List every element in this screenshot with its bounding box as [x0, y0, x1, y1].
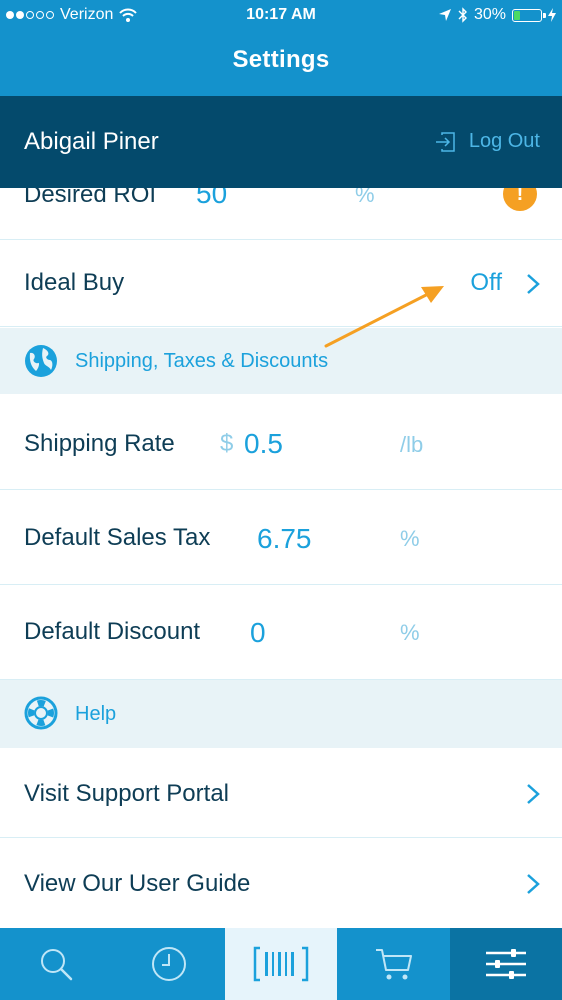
- barcode-scan-icon: [253, 946, 309, 982]
- row-label: Default Sales Tax: [24, 524, 211, 551]
- status-bar: Verizon 10:17 AM 30%: [0, 0, 562, 32]
- user-name: Abigail Piner: [24, 128, 159, 155]
- chevron-right-icon: [527, 274, 540, 294]
- row-unit: %: [400, 620, 420, 645]
- sales-tax-input[interactable]: 6.75: [257, 523, 312, 555]
- log-out-icon: [435, 131, 455, 152]
- ideal-buy-row[interactable]: Ideal Buy Off: [0, 240, 562, 327]
- battery-icon: [512, 8, 546, 22]
- lifebuoy-icon: [24, 696, 58, 730]
- row-unit: /lb: [400, 432, 424, 457]
- currency-prefix: $: [220, 430, 234, 457]
- settings-sliders-icon: [486, 949, 526, 979]
- desired-roi-row[interactable]: Desired ROI 50 % !: [0, 188, 562, 240]
- row-unit: %: [400, 526, 420, 551]
- default-discount-row[interactable]: Default Discount 0 %: [0, 585, 562, 680]
- view-user-guide-row[interactable]: View Our User Guide: [0, 838, 562, 928]
- roi-warning-badge[interactable]: !: [503, 188, 537, 211]
- charging-bolt-icon: [548, 8, 556, 22]
- tab-settings[interactable]: [450, 928, 562, 1000]
- search-icon: [41, 949, 73, 981]
- navigation-bar: Settings: [0, 32, 562, 96]
- user-account-bar: Abigail Piner Log Out: [0, 96, 562, 188]
- row-label: View Our User Guide: [24, 870, 251, 897]
- settings-list[interactable]: Desired ROI 50 % ! Ideal Buy Off Shippin…: [0, 188, 562, 928]
- tab-bar: [0, 928, 562, 1000]
- section-title: Help: [75, 703, 117, 725]
- shipping-rate-input[interactable]: 0.5: [244, 428, 283, 460]
- tab-history[interactable]: [112, 928, 225, 1000]
- log-out-button[interactable]: Log Out: [435, 130, 540, 153]
- ideal-buy-label: Ideal Buy: [24, 269, 125, 296]
- row-unit: %: [355, 188, 375, 207]
- page-title: Settings: [232, 46, 330, 73]
- shipping-section-header: Shipping, Taxes & Discounts: [0, 328, 562, 394]
- row-label: Default Discount: [24, 618, 201, 645]
- history-clock-icon: [151, 947, 186, 981]
- section-title: Shipping, Taxes & Discounts: [75, 350, 329, 372]
- row-label: Shipping Rate: [24, 430, 175, 457]
- tab-cart[interactable]: [337, 928, 450, 1000]
- row-label: Desired ROI: [24, 188, 157, 208]
- default-sales-tax-row[interactable]: Default Sales Tax 6.75 %: [0, 490, 562, 585]
- cart-icon: [375, 949, 412, 980]
- globe-icon: [25, 345, 57, 377]
- row-label: Visit Support Portal: [24, 780, 229, 807]
- log-out-label: Log Out: [468, 130, 540, 152]
- discount-input[interactable]: 0: [250, 617, 266, 649]
- ideal-buy-value: Off: [470, 269, 502, 296]
- battery-percent: 30%: [473, 6, 506, 23]
- bluetooth-icon: [458, 7, 467, 23]
- tab-scan[interactable]: [225, 928, 337, 1000]
- desired-roi-input[interactable]: 50: [196, 188, 227, 210]
- visit-support-portal-row[interactable]: Visit Support Portal: [0, 748, 562, 838]
- location-arrow-icon: [438, 9, 451, 21]
- battery-fill: [514, 10, 521, 20]
- chevron-right-icon: [527, 874, 540, 894]
- tab-search[interactable]: [0, 928, 112, 1000]
- help-section-header: Help: [0, 680, 562, 748]
- shipping-rate-row[interactable]: Shipping Rate $ 0.5 /lb: [0, 394, 562, 490]
- status-bar-right: 30%: [438, 6, 556, 24]
- chevron-right-icon: [527, 784, 540, 804]
